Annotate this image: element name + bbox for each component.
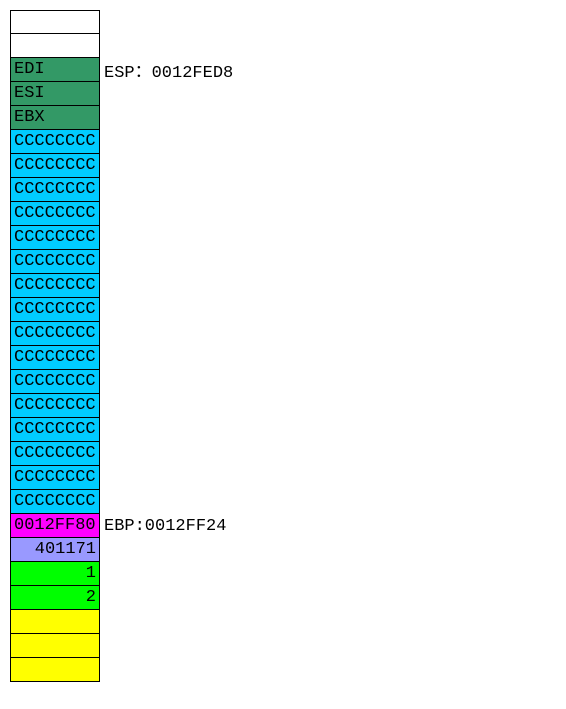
stack-row: 401171 [10,538,556,562]
stack-cell: CCCCCCCC [10,466,100,490]
stack-row: CCCCCCCC [10,418,556,442]
stack-row: EDIESP：0012FED8 [10,58,556,82]
stack-row: CCCCCCCC [10,346,556,370]
stack-row: CCCCCCCC [10,226,556,250]
stack-row [10,634,556,658]
stack-cell: CCCCCCCC [10,178,100,202]
stack-cell: CCCCCCCC [10,298,100,322]
stack-cell: CCCCCCCC [10,250,100,274]
stack-row: CCCCCCCC [10,490,556,514]
stack-cell [10,634,100,658]
stack-cell: CCCCCCCC [10,226,100,250]
stack-cell: CCCCCCCC [10,274,100,298]
stack-cell: CCCCCCCC [10,322,100,346]
stack-annotation: EBP:0012FF24 [100,514,226,538]
stack-row: 0012FF80EBP:0012FF24 [10,514,556,538]
stack-row: CCCCCCCC [10,394,556,418]
stack-cell: EBX [10,106,100,130]
stack-diagram: EDIESP：0012FED8ESIEBXCCCCCCCCCCCCCCCCCCC… [10,10,556,682]
stack-cell [10,658,100,682]
stack-row: EBX [10,106,556,130]
stack-cell: CCCCCCCC [10,130,100,154]
stack-cell: CCCCCCCC [10,370,100,394]
stack-row [10,10,556,34]
stack-cell: EDI [10,58,100,82]
stack-cell: ESI [10,82,100,106]
stack-cell: 401171 [10,538,100,562]
stack-cell: CCCCCCCC [10,442,100,466]
stack-row: 1 [10,562,556,586]
stack-row: CCCCCCCC [10,202,556,226]
stack-row [10,34,556,58]
stack-row: CCCCCCCC [10,250,556,274]
stack-cell: CCCCCCCC [10,346,100,370]
stack-row: CCCCCCCC [10,322,556,346]
stack-cell: 1 [10,562,100,586]
stack-row: CCCCCCCC [10,274,556,298]
stack-row: CCCCCCCC [10,178,556,202]
stack-cell [10,610,100,634]
stack-cell: CCCCCCCC [10,490,100,514]
stack-row: CCCCCCCC [10,370,556,394]
stack-cell: 2 [10,586,100,610]
stack-row: CCCCCCCC [10,154,556,178]
stack-cell: CCCCCCCC [10,394,100,418]
stack-cell: CCCCCCCC [10,202,100,226]
stack-row: CCCCCCCC [10,466,556,490]
stack-row: CCCCCCCC [10,298,556,322]
stack-row: CCCCCCCC [10,130,556,154]
stack-row [10,658,556,682]
stack-cell [10,34,100,58]
stack-cell [10,10,100,34]
stack-annotation: ESP：0012FED8 [100,58,233,82]
stack-row [10,610,556,634]
stack-row: CCCCCCCC [10,442,556,466]
stack-cell: CCCCCCCC [10,154,100,178]
stack-row: ESI [10,82,556,106]
stack-cell: 0012FF80 [10,514,100,538]
stack-cell: CCCCCCCC [10,418,100,442]
stack-row: 2 [10,586,556,610]
